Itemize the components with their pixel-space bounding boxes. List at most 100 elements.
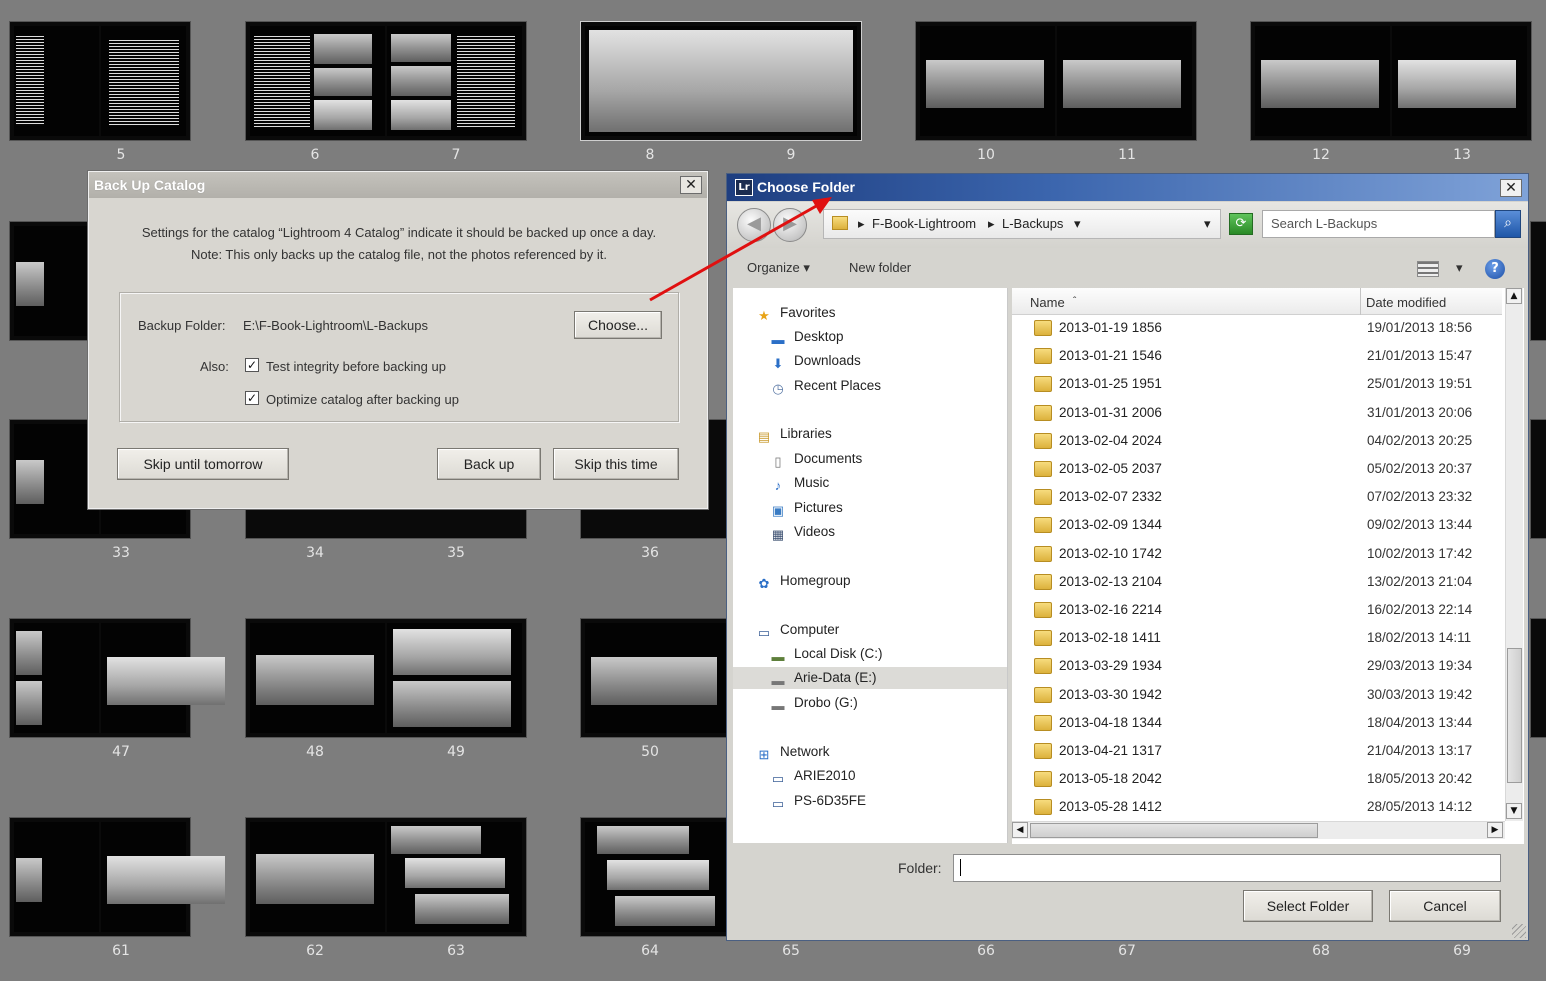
nav-libraries[interactable]: ▤ Libraries xyxy=(755,423,832,445)
nav-drobo-g[interactable]: ▬ Drobo (G:) xyxy=(769,692,858,714)
folder-icon xyxy=(832,216,848,230)
spread-6-7[interactable] xyxy=(246,22,526,140)
spread-64-65[interactable] xyxy=(581,818,731,936)
spread-12-13[interactable] xyxy=(1251,22,1531,140)
view-options-icon[interactable] xyxy=(1417,261,1439,277)
scroll-up-icon[interactable]: ▲ xyxy=(1506,288,1522,304)
breadcrumb-l-backups[interactable]: L-Backups xyxy=(1002,216,1063,231)
spread-row4-far[interactable] xyxy=(1531,619,1546,737)
spread-62-63[interactable] xyxy=(246,818,526,936)
test-integrity-checkbox[interactable]: ✓ xyxy=(245,358,259,372)
folder-row-item[interactable]: 2013-02-18 1411 18/02/2013 14:11 xyxy=(1012,626,1502,654)
spread-50-51[interactable] xyxy=(581,619,731,737)
spread-row2-far[interactable] xyxy=(1531,222,1546,340)
new-folder-button[interactable]: New folder xyxy=(849,260,911,275)
column-date-modified[interactable]: Date modified xyxy=(1366,295,1446,310)
skip-until-tomorrow-button[interactable]: Skip until tomorrow xyxy=(117,448,289,480)
search-icon[interactable]: ⌕ xyxy=(1495,210,1521,238)
folder-icon xyxy=(1034,320,1052,336)
folder-row-item[interactable]: 2013-04-21 1317 21/04/2013 13:17 xyxy=(1012,739,1502,767)
nav-local-disk-c[interactable]: ▬ Local Disk (C:) xyxy=(769,643,883,665)
folder-row-item[interactable]: 2013-03-30 1942 30/03/2013 19:42 xyxy=(1012,683,1502,711)
nav-pictures[interactable]: ▣ Pictures xyxy=(769,497,843,519)
breadcrumb-separator[interactable]: ▸ xyxy=(858,216,865,232)
nav-arie2010[interactable]: ▭ ARIE2010 xyxy=(769,765,856,787)
folder-input[interactable] xyxy=(953,854,1501,882)
nav-homegroup[interactable]: ✿ Homegroup xyxy=(755,570,851,592)
folder-row-item[interactable]: 2013-01-21 1546 21/01/2013 15:47 xyxy=(1012,344,1502,372)
folder-row-item[interactable]: 2013-02-13 2104 13/02/2013 21:04 xyxy=(1012,570,1502,598)
command-toolbar: Organize ▾ New folder ▾ ? xyxy=(727,249,1528,287)
folder-row-item[interactable]: 2013-01-31 2006 31/01/2013 20:06 xyxy=(1012,401,1502,429)
spread-4-5[interactable] xyxy=(10,22,190,140)
folder-row-item[interactable]: 2013-02-16 2214 16/02/2013 22:14 xyxy=(1012,598,1502,626)
nav-desktop[interactable]: ▬ Desktop xyxy=(769,326,844,348)
nav-recent-places[interactable]: ◷ Recent Places xyxy=(769,375,881,397)
optimize-catalog-checkbox[interactable]: ✓ xyxy=(245,391,259,405)
page-number: 33 xyxy=(112,545,130,561)
view-dropdown[interactable]: ▾ xyxy=(1456,260,1463,276)
nav-downloads[interactable]: ⬇ Downloads xyxy=(769,350,861,372)
folder-date: 07/02/2013 23:32 xyxy=(1367,489,1473,505)
resize-grip-icon[interactable] xyxy=(1512,924,1526,938)
spread-8-9[interactable] xyxy=(581,22,861,140)
horizontal-scrollbar[interactable]: ◀ ▶ xyxy=(1012,821,1505,839)
page-number: 5 xyxy=(116,147,126,163)
page-number: 7 xyxy=(451,147,461,163)
breadcrumb-f-book-lightroom[interactable]: F-Book-Lightroom xyxy=(872,216,976,231)
page-thumbnail xyxy=(585,623,727,733)
address-bar[interactable]: ▸ F-Book-Lightroom ▸ L-Backups ▾ ▾ xyxy=(823,209,1221,239)
spread-48-49[interactable] xyxy=(246,619,526,737)
breadcrumb-dropdown[interactable]: ▾ xyxy=(1074,216,1081,232)
close-button[interactable]: ✕ xyxy=(1500,179,1522,197)
spread-46-47[interactable] xyxy=(10,619,225,737)
folder-row-item[interactable]: 2013-03-29 1934 29/03/2013 19:34 xyxy=(1012,654,1502,682)
search-input[interactable]: Search L-Backups xyxy=(1262,210,1495,238)
back-arrow-icon[interactable]: ◀ xyxy=(737,208,771,242)
scroll-thumb[interactable] xyxy=(1507,648,1522,783)
nav-ps-6d35fe[interactable]: ▭ PS-6D35FE xyxy=(769,790,866,812)
spread-row3-far[interactable] xyxy=(1531,420,1546,538)
nav-computer[interactable]: ▭ Computer xyxy=(755,619,839,641)
vertical-scrollbar[interactable]: ▲ ▼ xyxy=(1505,288,1523,821)
scroll-down-icon[interactable]: ▼ xyxy=(1506,803,1522,819)
help-icon[interactable]: ? xyxy=(1485,259,1505,279)
folder-row-item[interactable]: 2013-02-05 2037 05/02/2013 20:37 xyxy=(1012,457,1502,485)
folder-row-item[interactable]: 2013-01-19 1856 19/01/2013 18:56 xyxy=(1012,316,1502,344)
spread-60-61[interactable] xyxy=(10,818,225,936)
address-history-dropdown[interactable]: ▾ xyxy=(1204,216,1211,232)
column-name[interactable]: Name xyxy=(1030,295,1065,310)
scroll-left-icon[interactable]: ◀ xyxy=(1012,822,1028,838)
breadcrumb-separator[interactable]: ▸ xyxy=(988,216,995,232)
spread-10-11[interactable] xyxy=(916,22,1196,140)
optimize-catalog-label[interactable]: Optimize catalog after backing up xyxy=(266,392,459,407)
cancel-button[interactable]: Cancel xyxy=(1389,890,1501,922)
nav-videos[interactable]: ▦ Videos xyxy=(769,521,835,543)
forward-arrow-icon[interactable]: ▶ xyxy=(773,208,807,242)
test-integrity-label[interactable]: Test integrity before backing up xyxy=(266,359,446,374)
scroll-thumb[interactable] xyxy=(1030,823,1318,838)
column-separator[interactable] xyxy=(1360,288,1361,315)
skip-this-time-button[interactable]: Skip this time xyxy=(553,448,679,480)
nav-arie-data-e[interactable]: ▬ Arie-Data (E:) xyxy=(733,667,1007,689)
folder-row-item[interactable]: 2013-02-04 2024 04/02/2013 20:25 xyxy=(1012,429,1502,457)
nav-favorites[interactable]: ★ Favorites xyxy=(755,302,835,324)
scroll-right-icon[interactable]: ▶ xyxy=(1487,822,1503,838)
nav-label: Drobo (G:) xyxy=(794,695,858,710)
refresh-icon[interactable]: ⟳ xyxy=(1229,213,1253,235)
nav-music[interactable]: ♪ Music xyxy=(769,472,830,494)
close-button[interactable]: ✕ xyxy=(680,176,702,194)
folder-row-item[interactable]: 2013-04-18 1344 18/04/2013 13:44 xyxy=(1012,711,1502,739)
select-folder-button[interactable]: Select Folder xyxy=(1243,890,1373,922)
choose-button[interactable]: Choose... xyxy=(574,311,662,339)
nav-documents[interactable]: ▯ Documents xyxy=(769,448,862,470)
folder-row-item[interactable]: 2013-02-09 1344 09/02/2013 13:44 xyxy=(1012,513,1502,541)
folder-row-item[interactable]: 2013-05-18 2042 18/05/2013 20:42 xyxy=(1012,767,1502,795)
organize-button[interactable]: Organize ▾ xyxy=(747,260,810,276)
folder-row-item[interactable]: 2013-02-07 2332 07/02/2013 23:32 xyxy=(1012,485,1502,513)
folder-row-item[interactable]: 2013-02-10 1742 10/02/2013 17:42 xyxy=(1012,542,1502,570)
back-up-button[interactable]: Back up xyxy=(437,448,541,480)
nav-network[interactable]: ⊞ Network xyxy=(755,741,830,763)
folder-row-item[interactable]: 2013-01-25 1951 25/01/2013 19:51 xyxy=(1012,372,1502,400)
folder-row-item[interactable]: 2013-05-28 1412 28/05/2013 14:12 xyxy=(1012,795,1502,823)
